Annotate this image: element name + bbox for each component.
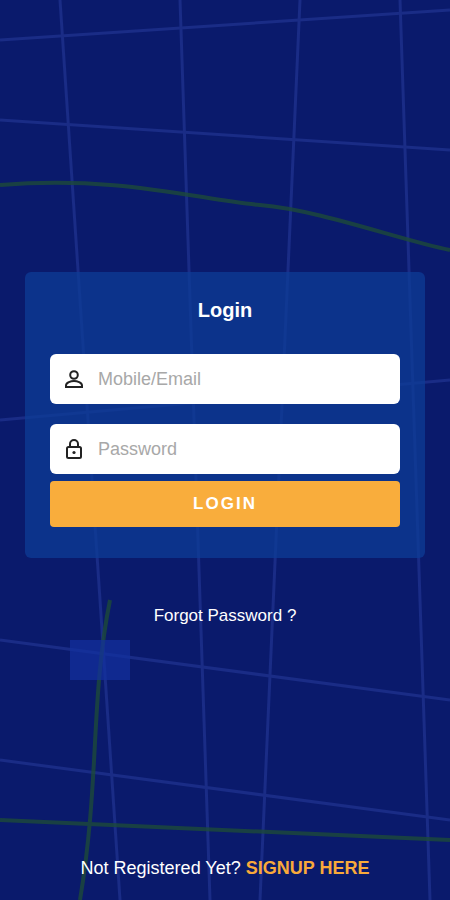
login-card: Login LOGIN: [25, 272, 425, 558]
signup-prompt: Not Registered Yet?: [81, 856, 241, 880]
signup-link[interactable]: SIGNUP HERE: [246, 856, 370, 880]
mobile-email-field[interactable]: [50, 354, 400, 404]
text-input[interactable]: [98, 439, 388, 460]
password-field[interactable]: [50, 424, 400, 474]
login-title: Login: [50, 298, 400, 322]
login-button[interactable]: LOGIN: [50, 481, 400, 527]
login-screen: Login LOGIN Forgot Password ? Not Regist…: [0, 0, 450, 900]
person-icon: [62, 367, 86, 391]
forgot-password-link[interactable]: Forgot Password ?: [154, 606, 297, 626]
lock-icon: [62, 437, 86, 461]
signup-footer: Not Registered Yet? SIGNUP HERE: [81, 856, 370, 900]
text-input[interactable]: [98, 369, 388, 390]
